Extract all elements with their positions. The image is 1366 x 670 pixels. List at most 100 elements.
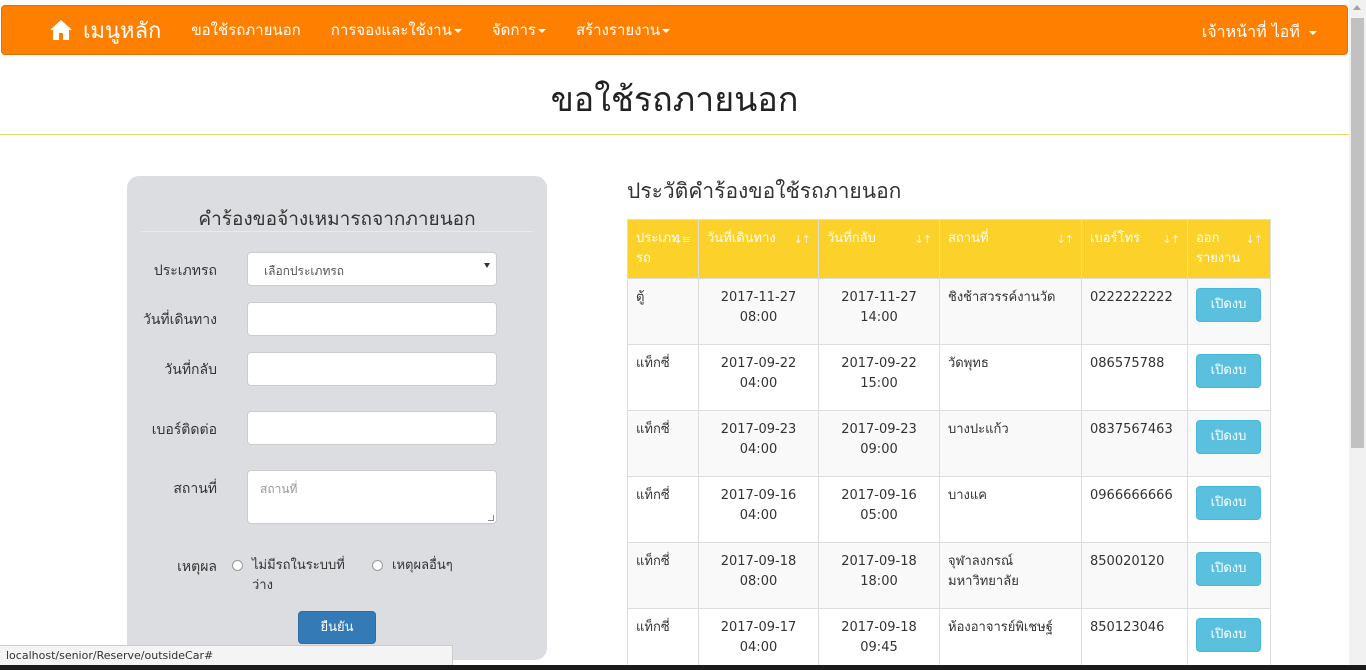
nav-item-outside-car[interactable]: ขอใช้รถภายนอก	[191, 18, 300, 42]
reason-option-no-car-line2: ว่าง	[252, 578, 273, 593]
cell-depart: 2017-11-27 08:00	[698, 278, 819, 345]
reason-option-no-car[interactable]: ไม่มีรถในระบบที่ ว่าง	[252, 556, 345, 596]
column-header-depart[interactable]: วันที่เดินทาง ↓↑	[698, 219, 819, 279]
user-menu[interactable]: เจ้าหน้าที่ ไอที	[1202, 20, 1317, 45]
cell-date: 2017-11-27	[720, 290, 797, 305]
request-form-panel: คำร้องขอจ้างเหมารถจากภายนอก ประเภทรถ เลื…	[127, 176, 547, 660]
cell-date: 2017-09-22	[841, 356, 917, 371]
reason-option-no-car-line1: ไม่มีรถในระบบที่	[252, 558, 345, 573]
open-budget-button[interactable]: เปิดงบ	[1196, 288, 1261, 322]
vehicle-type-select[interactable]: เลือกประเภทรถ	[247, 252, 497, 286]
cell-return: 2017-11-27 14:00	[818, 278, 940, 345]
place-label: สถานที่	[173, 481, 217, 497]
user-label: เจ้าหน้าที่ ไอที	[1201, 22, 1300, 41]
cell-report: เปิดงบ	[1187, 344, 1271, 411]
cell-type: แท็กซี่	[627, 476, 699, 543]
cell-phone: 850020120	[1081, 542, 1188, 609]
return-date-label: วันที่กลับ	[164, 362, 217, 378]
cell-time: 04:00	[739, 640, 778, 655]
cell-phone: 086575788	[1081, 344, 1188, 411]
cell-return: 2017-09-22 15:00	[818, 344, 940, 411]
sort-icon: ↓↑	[914, 233, 932, 246]
place-textarea[interactable]: สถานที่	[247, 470, 497, 524]
cell-date: 2017-09-16	[720, 488, 797, 503]
nav-item-booking[interactable]: การจองและใช้งาน	[331, 18, 462, 42]
cell-depart: 2017-09-17 04:00	[698, 608, 819, 670]
cell-report: เปิดงบ	[1187, 410, 1271, 477]
column-header-phone[interactable]: เบอร์โทร ↓↑	[1081, 219, 1188, 279]
contact-input[interactable]	[247, 411, 497, 445]
cell-depart: 2017-09-16 04:00	[698, 476, 819, 543]
cell-depart: 2017-09-23 04:00	[698, 410, 819, 477]
cell-date: 2017-09-17	[720, 620, 797, 635]
reason-radio-other[interactable]	[372, 560, 383, 571]
caret-down-icon	[662, 28, 671, 33]
caret-down-icon	[453, 28, 462, 33]
home-icon	[50, 20, 72, 40]
cell-phone: 0966666666	[1081, 476, 1188, 543]
cell-return: 2017-09-18 18:00	[818, 542, 940, 609]
contact-label: เบอร์ติดต่อ	[151, 422, 217, 438]
resize-handle-icon[interactable]	[488, 515, 494, 521]
scrollbar-thumb[interactable]	[1351, 18, 1364, 448]
nav-item-manage[interactable]: จัดการ	[492, 18, 546, 42]
cell-phone: 850123046	[1081, 608, 1188, 670]
open-budget-button[interactable]: เปิดงบ	[1196, 552, 1261, 586]
cell-date: 2017-11-27	[841, 290, 917, 305]
table-row: แท็กซี่ 2017-09-23 04:00 2017-09-23 09:00 …	[627, 410, 1271, 477]
cell-date: 2017-09-16	[841, 488, 917, 503]
cell-date: 2017-09-18	[841, 554, 917, 569]
table-row: แท็กซี่ 2017-09-16 04:00 2017-09-16 05:00 …	[627, 476, 1271, 543]
reason-label: เหตุผล	[177, 559, 217, 575]
cell-time: 14:00	[860, 310, 898, 325]
nav-item-label: สร้างรายงาน	[575, 21, 661, 39]
caret-down-icon	[537, 28, 546, 33]
cell-report: เปิดงบ	[1187, 608, 1271, 670]
sort-icon: ↓↑	[1056, 233, 1074, 246]
cell-place: บางปะแก้ว	[939, 410, 1082, 477]
page: เมนูหลัก ขอใช้รถภายนอก การจองและใช้งาน จ…	[0, 0, 1366, 670]
table-header-row: ประเภท รถ ↓≡ วันที่เดินทาง ↓↑ วันที่กลับ…	[627, 219, 1271, 279]
cell-depart: 2017-09-18 08:00	[698, 542, 819, 609]
brand-label: เมนูหลัก	[83, 18, 162, 44]
open-budget-button[interactable]: เปิดงบ	[1196, 420, 1261, 454]
cell-place: บางแค	[939, 476, 1082, 543]
return-date-input[interactable]	[247, 352, 497, 386]
cell-time: 04:00	[739, 508, 778, 523]
brand-home-link[interactable]: เมนูหลัก	[49, 13, 161, 48]
select-arrow-icon	[484, 263, 490, 268]
submit-button[interactable]: ยืนยัน	[298, 611, 376, 644]
browser-status-bar: localhost/senior/Reserve/outsideCar#	[0, 645, 453, 665]
open-budget-button[interactable]: เปิดงบ	[1196, 618, 1261, 652]
column-header-type[interactable]: ประเภท รถ ↓≡	[627, 219, 699, 279]
page-title: ขอใช้รถภายนอก	[550, 80, 799, 120]
history-title: ประวัติคำร้องขอใช้รถภายนอก	[627, 179, 902, 203]
cell-report: เปิดงบ	[1187, 542, 1271, 609]
reason-option-other[interactable]: เหตุผลอื่นๆ	[392, 556, 453, 576]
nav-item-reports[interactable]: สร้างรายงาน	[575, 18, 671, 42]
cell-type: แท็กซี่	[627, 542, 699, 609]
cell-return: 2017-09-18 09:45	[818, 608, 940, 670]
column-header-return[interactable]: วันที่กลับ ↓↑	[818, 219, 940, 279]
column-header-label: รถ	[636, 251, 651, 266]
caret-down-icon	[1309, 30, 1317, 35]
open-budget-button[interactable]: เปิดงบ	[1196, 486, 1261, 520]
cell-date: 2017-09-22	[720, 356, 797, 371]
sort-icon: ↓↑	[1245, 233, 1263, 246]
open-budget-button[interactable]: เปิดงบ	[1196, 354, 1261, 388]
cell-time: 04:00	[739, 376, 778, 391]
taskbar-strip	[0, 665, 1366, 670]
sort-asc-icon: ↓≡	[673, 233, 691, 246]
column-header-report[interactable]: ออก รายงาน ↓↑	[1187, 219, 1271, 279]
reason-radio-no-car[interactable]	[232, 560, 243, 571]
cell-time: 08:00	[739, 310, 778, 325]
cell-place: วัดพุทธ	[939, 344, 1082, 411]
column-header-place[interactable]: สถานที่ ↓↑	[939, 219, 1082, 279]
vertical-scrollbar[interactable]	[1349, 0, 1366, 670]
column-header-label: รายงาน	[1196, 251, 1241, 266]
top-navbar: เมนูหลัก ขอใช้รถภายนอก การจองและใช้งาน จ…	[1, 5, 1348, 55]
vehicle-type-label: ประเภทรถ	[153, 263, 217, 279]
scroll-up-arrow-icon[interactable]	[1353, 5, 1361, 10]
cell-return: 2017-09-16 05:00	[818, 476, 940, 543]
depart-date-input[interactable]	[247, 302, 497, 336]
